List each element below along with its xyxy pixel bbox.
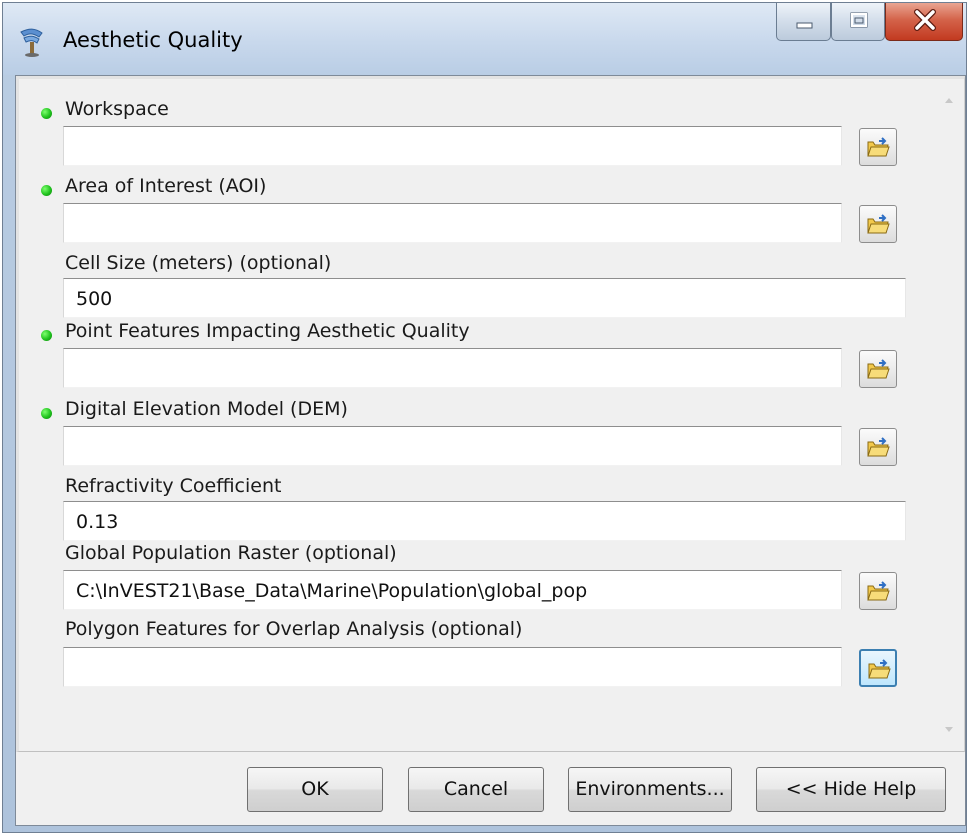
polygon-features-browse-button[interactable]	[859, 649, 897, 687]
folder-browse-icon	[867, 137, 890, 157]
maximize-button[interactable]	[831, 3, 885, 41]
folder-browse-icon	[867, 359, 890, 379]
ok-button[interactable]: OK	[247, 767, 383, 812]
point-features-browse-button[interactable]	[859, 350, 897, 388]
workspace-browse-button[interactable]	[859, 128, 897, 166]
dem-browse-button[interactable]	[859, 428, 897, 466]
cancel-button[interactable]: Cancel	[408, 767, 544, 812]
hide-help-button[interactable]: << Hide Help	[756, 767, 946, 812]
maximize-icon	[850, 12, 868, 28]
parameters-pane: Workspace Area of Interest (AOI) Cell Si…	[16, 76, 965, 752]
folder-browse-icon	[867, 581, 890, 601]
polygon-features-input[interactable]	[63, 647, 842, 687]
vertical-scrollbar[interactable]	[934, 79, 964, 751]
cell-size-label: Cell Size (meters) (optional)	[65, 252, 332, 274]
required-indicator	[41, 185, 52, 196]
required-indicator	[41, 330, 52, 341]
polygon-features-label: Polygon Features for Overlap Analysis (o…	[65, 618, 523, 640]
environments-button[interactable]: Environments...	[568, 767, 732, 812]
population-raster-browse-button[interactable]	[859, 572, 897, 610]
close-icon	[914, 9, 936, 31]
population-raster-label: Global Population Raster (optional)	[65, 542, 397, 564]
point-features-input[interactable]	[63, 348, 842, 388]
refractivity-label: Refractivity Coefficient	[65, 475, 282, 497]
minimize-icon	[796, 22, 813, 29]
aoi-label: Area of Interest (AOI)	[65, 175, 267, 197]
window-title: Aesthetic Quality	[63, 28, 243, 52]
cell-size-input[interactable]: 500	[63, 278, 906, 318]
tool-icon	[20, 28, 43, 57]
workspace-label: Workspace	[65, 98, 169, 120]
scroll-up-arrow-icon[interactable]	[934, 89, 964, 111]
population-raster-input[interactable]: C:\InVEST21\Base_Data\Marine\Population\…	[63, 570, 842, 610]
close-button[interactable]	[885, 3, 963, 41]
folder-browse-icon	[868, 659, 891, 679]
dem-input[interactable]	[63, 426, 842, 466]
point-features-label: Point Features Impacting Aesthetic Quali…	[65, 320, 470, 342]
required-indicator	[41, 108, 52, 119]
dem-label: Digital Elevation Model (DEM)	[65, 398, 348, 420]
folder-browse-icon	[867, 214, 890, 234]
folder-browse-icon	[867, 437, 890, 457]
dialog-body: Workspace Area of Interest (AOI) Cell Si…	[15, 75, 966, 826]
aoi-browse-button[interactable]	[859, 205, 897, 243]
required-indicator	[41, 408, 52, 419]
aoi-input[interactable]	[63, 203, 842, 243]
minimize-button[interactable]	[776, 3, 831, 41]
title-bar[interactable]: Aesthetic Quality	[3, 3, 966, 75]
refractivity-input[interactable]: 0.13	[63, 501, 906, 541]
scroll-down-arrow-icon[interactable]	[934, 719, 964, 741]
dialog-window: Aesthetic Quality Workspace Area of Inte…	[2, 2, 967, 833]
workspace-input[interactable]	[63, 126, 842, 166]
